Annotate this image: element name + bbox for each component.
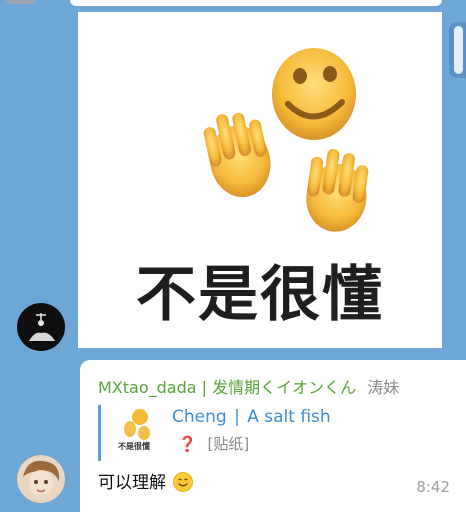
reply-author: Cheng | A salt fish: [172, 407, 331, 427]
avatar[interactable]: [17, 303, 65, 351]
message-timestamp: 8:42: [416, 478, 450, 496]
sticker-caption: 不是很懂: [136, 260, 384, 330]
sender-nickname[interactable]: 发情期くイオンくん: [212, 378, 356, 397]
sender-separator: |: [201, 378, 208, 397]
message-body: 可以理解: [98, 473, 166, 493]
message-text: 可以理解: [98, 468, 194, 493]
previous-message-edge: [70, 0, 442, 6]
scrollbar[interactable]: [449, 22, 466, 78]
scrollbar-thumb[interactable]: [454, 26, 463, 74]
sender-username[interactable]: MXtao_dada: [98, 378, 197, 397]
reply-preview-text: [贴纸]: [207, 435, 250, 453]
smiling-face-emoji-icon: [173, 472, 194, 492]
reply-preview: ❓ [贴纸]: [178, 433, 249, 454]
reply-thumbnail-caption: 不是很懂: [118, 442, 150, 451]
user-avatar-icon: [17, 455, 65, 503]
avatar[interactable]: [17, 455, 65, 503]
reply-quote[interactable]: 不是很懂 Cheng | A salt fish ❓ [贴纸]: [98, 405, 398, 461]
message-bubble[interactable]: MXtao_dada | 发情期くイオンくん 涛妹 不是很懂 Cheng | A…: [80, 360, 466, 512]
smiley-hands-sticker-icon: [203, 48, 369, 232]
sticker-message[interactable]: 不是很懂: [78, 12, 442, 348]
user-avatar-icon: [17, 303, 65, 351]
sender-name[interactable]: MXtao_dada | 发情期くイオンくん 涛妹: [98, 374, 460, 398]
smiley-hands-sticker-icon: [124, 409, 150, 440]
reply-author-name: Cheng: [172, 407, 227, 427]
reply-author-title: A salt fish: [247, 407, 331, 427]
reply-thumbnail: 不是很懂: [110, 407, 158, 451]
previous-avatar-edge: [6, 0, 36, 4]
sender-title: 涛妹: [367, 378, 400, 397]
reply-accent-bar: [98, 405, 101, 461]
reply-author-separator: |: [234, 407, 240, 427]
question-mark-icon: ❓: [178, 435, 197, 453]
